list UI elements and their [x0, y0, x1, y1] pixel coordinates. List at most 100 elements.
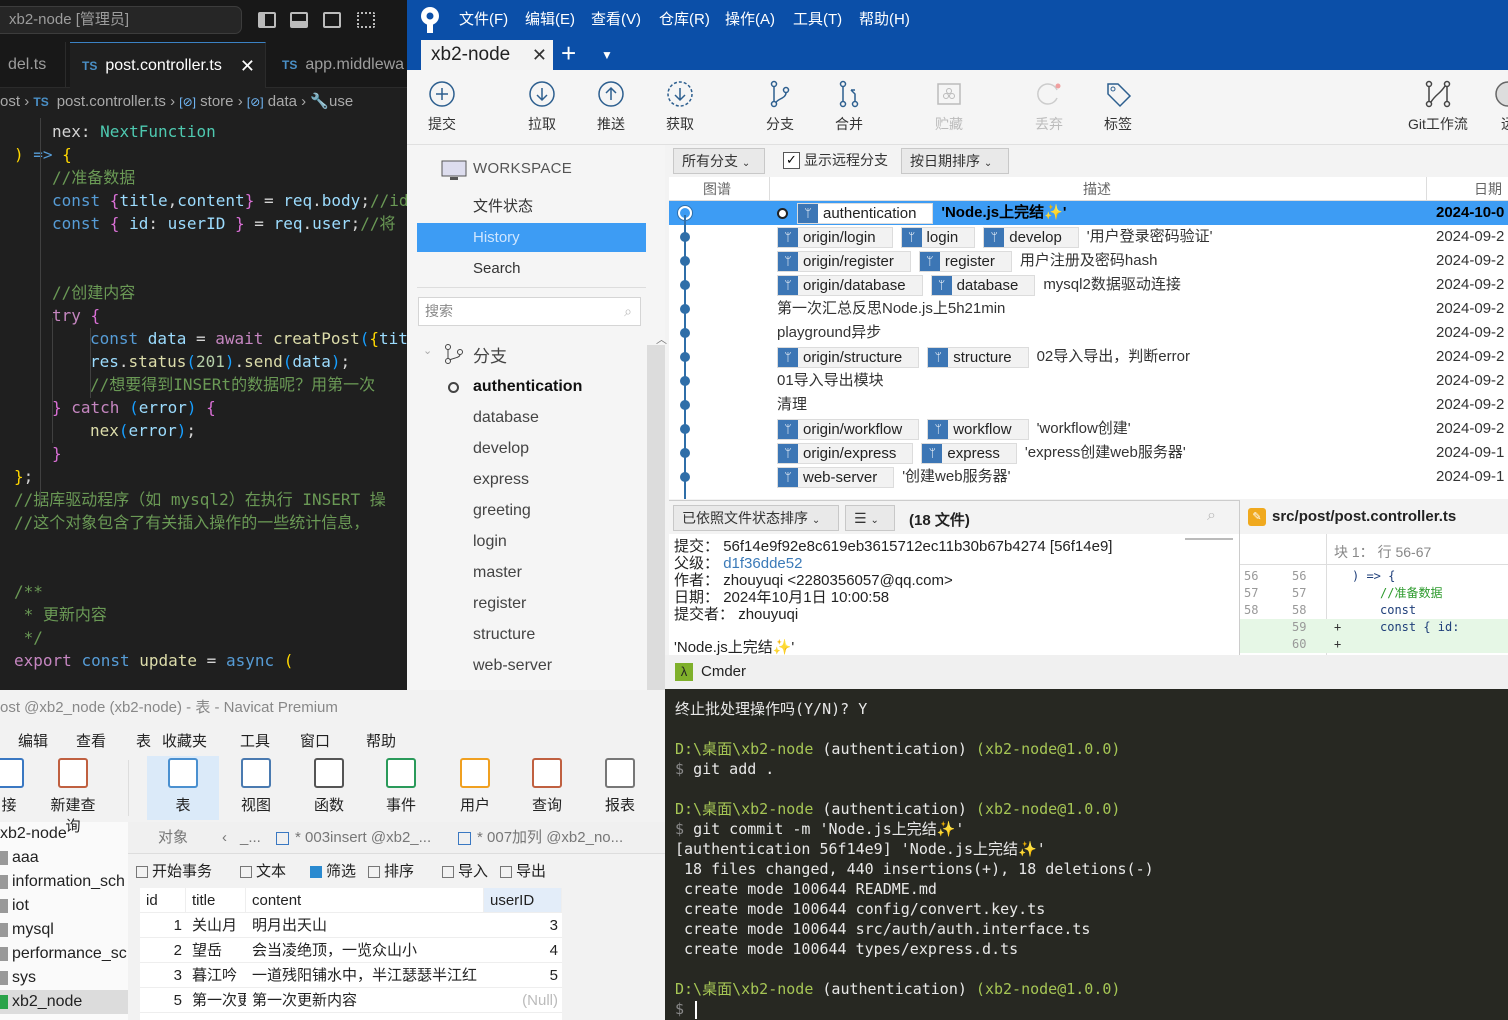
- repo-tab[interactable]: xb2-node ✕: [421, 40, 553, 70]
- branch-label[interactable]: ᛘ origin/express: [777, 442, 914, 464]
- branch-label[interactable]: ᛘ origin/register: [777, 250, 911, 272]
- search-icon[interactable]: ⌕: [1207, 507, 1216, 525]
- commit-row[interactable]: ᛘ origin/login ᛘ login ᛘ develop '用户登录密码验证' 202…: [669, 225, 1508, 249]
- menu-6[interactable]: 帮助(H): [859, 0, 910, 40]
- action-5[interactable]: 导出: [500, 858, 546, 886]
- column-divider[interactable]: [1426, 177, 1427, 201]
- tree-item[interactable]: aaa: [0, 846, 128, 870]
- toolbar-button-8[interactable]: 报表: [591, 758, 649, 815]
- grid-cell[interactable]: (Null): [484, 988, 562, 1013]
- branch-item[interactable]: master: [473, 559, 522, 587]
- breadcrumb-item[interactable]: data: [268, 93, 297, 110]
- grid-cell[interactable]: 关山月: [186, 913, 246, 938]
- toolbar-button-3[interactable]: 视图: [227, 758, 285, 815]
- tab-dropdown-icon[interactable]: ▼: [601, 42, 613, 68]
- menu-3[interactable]: 仓库(R): [659, 0, 710, 40]
- breadcrumb-item[interactable]: post.controller.ts: [57, 93, 166, 110]
- toolbar-button-3[interactable]: 获取: [645, 80, 715, 134]
- toolbar-button-0[interactable]: 提交: [407, 80, 477, 134]
- grid-cell[interactable]: 4: [484, 938, 562, 963]
- branch-label[interactable]: ᛘ web-server: [777, 466, 895, 488]
- branch-filter-dropdown[interactable]: 所有分支 ⌄: [673, 148, 765, 174]
- action-2[interactable]: 筛选: [310, 858, 356, 886]
- grid-cell[interactable]: 第一次更新内容: [246, 988, 484, 1013]
- column-divider[interactable]: [769, 177, 770, 201]
- breadcrumb-item[interactable]: use: [329, 93, 353, 110]
- commit-row[interactable]: ᛘ web-server '创建web服务器' 2024-09-1: [669, 465, 1508, 489]
- action-4[interactable]: 导入: [442, 858, 488, 886]
- toolbar-button-7[interactable]: 查询: [518, 758, 576, 815]
- tree-item[interactable]: performance_sc: [0, 942, 128, 966]
- toolbar-button-4[interactable]: 函数: [300, 758, 358, 815]
- new-tab-plus-icon[interactable]: +: [561, 38, 576, 68]
- branch-search-input[interactable]: 搜索 ⌕: [418, 297, 641, 326]
- column-header[interactable]: content: [246, 888, 484, 913]
- toolbar-button-1[interactable]: 新建查询: [44, 758, 102, 836]
- menu-2[interactable]: 查看(V): [591, 0, 641, 40]
- show-remote-label[interactable]: 显示远程分支: [804, 150, 888, 170]
- close-tab-icon[interactable]: ✕: [532, 40, 547, 70]
- commit-row[interactable]: playground异步 2024-09-2: [669, 321, 1508, 345]
- grid-cell[interactable]: 明月出天山: [246, 913, 484, 938]
- branch-label[interactable]: ᛘ structure: [927, 346, 1029, 368]
- column-date[interactable]: 日期: [1474, 177, 1502, 201]
- terminal-output[interactable]: 终止批处理操作吗(Y/N)? Y D:\桌面\xb2-node (authenti…: [665, 689, 1508, 1020]
- toggle-panel-icon[interactable]: [290, 12, 308, 28]
- branches-header[interactable]: 分支: [473, 342, 507, 367]
- commit-row[interactable]: ᛘ origin/express ᛘ express'express创建web服务器'…: [669, 441, 1508, 465]
- menu-4[interactable]: 工具: [240, 730, 270, 751]
- toolbar-button-0[interactable]: 接: [0, 758, 38, 815]
- code-editor[interactable]: nex: NextFunction) => {//准备数据 const {titl…: [0, 118, 410, 690]
- grid-cell[interactable]: 5: [140, 988, 186, 1013]
- toolbar-button-5[interactable]: 合并: [814, 80, 884, 134]
- column-graph[interactable]: 图谱: [703, 177, 731, 201]
- menu-0[interactable]: 编辑: [18, 730, 48, 751]
- grid-cell[interactable]: 会当凌绝顶，一览众山小: [246, 938, 484, 963]
- commit-row[interactable]: 第一次汇总反思Node.js上5h21min 2024-09-2: [669, 297, 1508, 321]
- commit-row[interactable]: ᛘ origin/database ᛘ database mysql2数据驱动连接 202…: [669, 273, 1508, 297]
- action-1[interactable]: 文本: [240, 858, 286, 886]
- branch-label[interactable]: ᛘ origin/workflow: [777, 418, 920, 440]
- grid-cell[interactable]: 3: [140, 963, 186, 988]
- toggle-primary-sidebar-icon[interactable]: [258, 12, 276, 28]
- tree-item[interactable]: xb2_node: [0, 990, 128, 1014]
- branch-label[interactable]: ᛘ express: [921, 442, 1017, 464]
- branch-item[interactable]: database: [473, 404, 539, 432]
- tab-app-middleware[interactable]: TS app.middlewa: [270, 42, 410, 88]
- branch-item[interactable]: register: [473, 590, 526, 618]
- tab-del-ts[interactable]: del.ts: [0, 42, 66, 88]
- branch-item[interactable]: authentication: [473, 373, 582, 401]
- object-tab[interactable]: * 007加列 @xb2_no...: [458, 822, 623, 854]
- view-mode-dropdown[interactable]: ☰ ⌄: [845, 505, 895, 531]
- breadcrumb-item[interactable]: ost: [0, 93, 20, 110]
- scroll-thumb[interactable]: [1185, 538, 1233, 540]
- grid-cell[interactable]: 第一次更: [186, 988, 246, 1013]
- commit-row[interactable]: 01导入导出模块 2024-09-2: [669, 369, 1508, 393]
- grid-cell[interactable]: 2: [140, 938, 186, 963]
- branch-item[interactable]: express: [473, 466, 529, 494]
- grid-cell[interactable]: 望岳: [186, 938, 246, 963]
- toolbar-button-9[interactable]: Git工作流: [1403, 80, 1473, 134]
- branch-label[interactable]: ᛘ workflow: [927, 418, 1029, 440]
- branch-item[interactable]: web-server: [473, 652, 552, 680]
- column-header[interactable]: id: [140, 888, 186, 913]
- branch-label[interactable]: ᛘ origin/database: [777, 274, 923, 296]
- grid-cell[interactable]: 1: [140, 913, 186, 938]
- toolbar-button-2[interactable]: 推送: [576, 80, 646, 134]
- column-header[interactable]: title: [186, 888, 246, 913]
- commit-row[interactable]: 清理 2024-09-2: [669, 393, 1508, 417]
- branch-label[interactable]: ᛘ database: [930, 274, 1036, 296]
- menu-1[interactable]: 查看: [76, 730, 106, 751]
- branch-label[interactable]: ᛘ login: [900, 226, 976, 248]
- tab-scroll-left-icon[interactable]: ‹: [222, 822, 227, 854]
- menu-5[interactable]: 窗口: [300, 730, 330, 751]
- action-0[interactable]: 开始事务: [136, 858, 212, 886]
- menu-0[interactable]: 文件(F): [459, 0, 508, 40]
- menu-2[interactable]: 表: [136, 730, 151, 751]
- branch-item[interactable]: login: [473, 528, 507, 556]
- toolbar-button-6[interactable]: 用户: [446, 758, 504, 815]
- column-header[interactable]: userID: [484, 888, 562, 913]
- commit-row[interactable]: ᛘ origin/workflow ᛘ workflow'workflow创建' 202…: [669, 417, 1508, 441]
- column-description[interactable]: 描述: [1083, 177, 1111, 201]
- close-tab-icon[interactable]: ✕: [240, 43, 255, 89]
